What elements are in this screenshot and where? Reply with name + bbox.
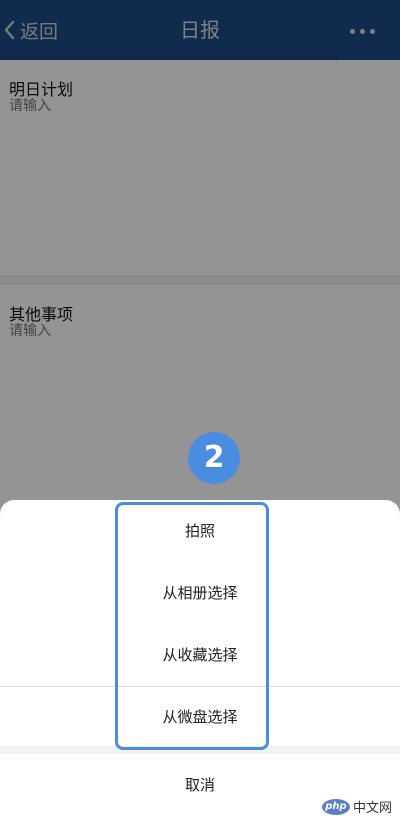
choose-from-drive-option[interactable]: 从微盘选择 bbox=[0, 706, 400, 730]
sheet-divider bbox=[0, 686, 400, 687]
take-photo-option[interactable]: 拍照 bbox=[0, 520, 400, 544]
site-watermark: php 中文网 bbox=[317, 796, 396, 817]
choose-from-favorites-option[interactable]: 从收藏选择 bbox=[0, 644, 400, 668]
app-screen: 返回 日报 明日计划 其他事项 2 拍照 从相册选择 从收藏选择 从微盘选择 取… bbox=[0, 0, 400, 821]
watermark-text: 中文网 bbox=[352, 801, 392, 816]
choose-from-album-option[interactable]: 从相册选择 bbox=[0, 582, 400, 606]
action-sheet: 拍照 从相册选择 从收藏选择 从微盘选择 取消 bbox=[0, 500, 400, 821]
cancel-button[interactable]: 取消 bbox=[0, 774, 400, 798]
step-number-badge: 2 bbox=[188, 432, 240, 484]
sheet-gap bbox=[0, 746, 400, 754]
watermark-logo: php bbox=[321, 798, 350, 815]
